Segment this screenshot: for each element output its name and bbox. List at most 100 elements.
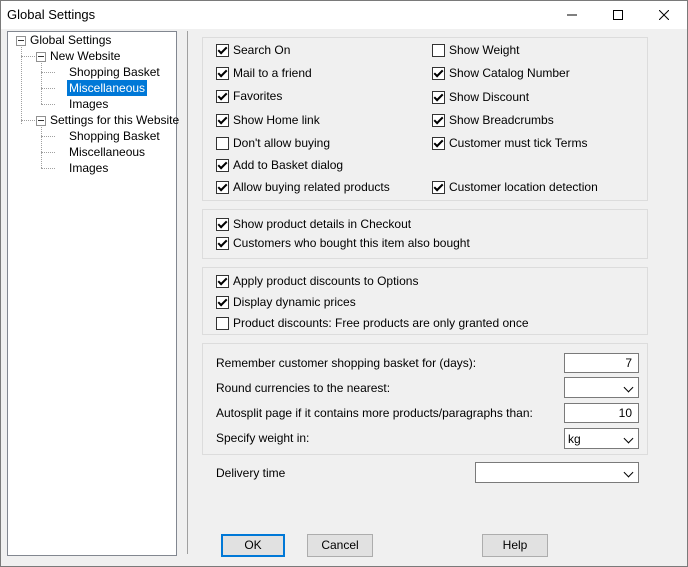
tree-line bbox=[41, 136, 55, 137]
checkbox-label: Show product details in Checkout bbox=[233, 217, 412, 231]
basket-days-label: Remember customer shopping basket for (d… bbox=[216, 356, 477, 370]
settings-window: Global Settings Global Settings New Webs… bbox=[0, 0, 688, 567]
close-button[interactable] bbox=[641, 1, 687, 29]
mail-to-friend-checkbox[interactable]: Mail to a friend bbox=[216, 65, 312, 81]
checkbox-box[interactable] bbox=[216, 274, 229, 288]
show-home-link-checkbox[interactable]: Show Home link bbox=[216, 112, 320, 128]
cancel-button[interactable]: Cancel bbox=[307, 534, 373, 557]
checkbox-label: Apply product discounts to Options bbox=[233, 274, 419, 288]
weight-unit-value: kg bbox=[568, 432, 581, 446]
checkbox-label: Show Discount bbox=[449, 90, 530, 104]
weight-unit-select[interactable]: kg bbox=[564, 428, 639, 449]
checkbox-box[interactable] bbox=[216, 136, 229, 150]
checkbox-label: Customer must tick Terms bbox=[449, 136, 588, 150]
checkbox-label: Don't allow buying bbox=[233, 136, 331, 150]
tree-node-images[interactable]: Images bbox=[69, 96, 108, 112]
checkbox-label: Favorites bbox=[233, 89, 283, 103]
checkbox-label: Add to Basket dialog bbox=[233, 158, 344, 172]
minimize-icon bbox=[567, 14, 577, 16]
customer-location-checkbox[interactable]: Customer location detection bbox=[432, 179, 598, 195]
help-button[interactable]: Help bbox=[482, 534, 548, 557]
window-title: Global Settings bbox=[7, 7, 96, 22]
checkbox-box[interactable] bbox=[216, 316, 229, 330]
collapse-icon[interactable] bbox=[36, 52, 46, 62]
tree-line bbox=[41, 104, 55, 105]
tree-line bbox=[41, 72, 55, 73]
allow-related-products-checkbox[interactable]: Allow buying related products bbox=[216, 179, 390, 195]
checkbox-label: Search On bbox=[233, 43, 291, 57]
settings-tree[interactable]: Global Settings New Website Shopping Bas… bbox=[7, 31, 179, 556]
autosplit-input[interactable] bbox=[564, 403, 639, 423]
checkbox-box[interactable] bbox=[432, 43, 445, 57]
checkbox-label: Product discounts: Free products are onl… bbox=[233, 316, 529, 330]
customer-tick-terms-checkbox[interactable]: Customer must tick Terms bbox=[432, 135, 587, 151]
tree-node-shopping-basket[interactable]: Shopping Basket bbox=[69, 64, 160, 80]
tree-node-images[interactable]: Images bbox=[69, 160, 108, 176]
tree-node-shopping-basket[interactable]: Shopping Basket bbox=[69, 128, 160, 144]
tree-node-miscellaneous[interactable]: Miscellaneous bbox=[67, 80, 148, 96]
checkbox-box[interactable] bbox=[432, 113, 445, 127]
favorites-checkbox[interactable]: Favorites bbox=[216, 88, 282, 104]
checkbox-box[interactable] bbox=[216, 43, 229, 57]
minimize-button[interactable] bbox=[549, 1, 595, 29]
dynamic-prices-checkbox[interactable]: Display dynamic prices bbox=[216, 294, 356, 310]
collapse-icon[interactable] bbox=[16, 36, 26, 46]
show-weight-checkbox[interactable]: Show Weight bbox=[432, 42, 519, 58]
tree-line bbox=[41, 61, 42, 104]
round-currencies-select[interactable] bbox=[564, 377, 639, 398]
checkbox-label: Show Weight bbox=[449, 43, 520, 57]
checkbox-label: Display dynamic prices bbox=[233, 295, 356, 309]
tree-node-new-website[interactable]: New Website bbox=[50, 48, 120, 64]
tree-node-this-website[interactable]: Settings for this Website bbox=[50, 112, 179, 128]
free-products-once-checkbox[interactable]: Product discounts: Free products are onl… bbox=[216, 315, 529, 331]
checkbox-label: Customers who bought this item also boug… bbox=[233, 236, 470, 250]
delivery-time-label: Delivery time bbox=[216, 466, 286, 480]
delivery-time-select[interactable] bbox=[475, 462, 639, 483]
tree-line bbox=[41, 125, 42, 168]
checkbox-box[interactable] bbox=[432, 180, 445, 194]
checkbox-box[interactable] bbox=[216, 295, 229, 309]
maximize-icon bbox=[613, 10, 623, 20]
title-bar: Global Settings bbox=[1, 1, 687, 29]
chevron-down-icon bbox=[623, 467, 634, 478]
checkbox-box[interactable] bbox=[216, 180, 229, 194]
checkbox-box[interactable] bbox=[432, 136, 445, 150]
checkbox-box[interactable] bbox=[432, 90, 445, 104]
tree-line bbox=[41, 152, 55, 153]
round-currencies-label: Round currencies to the nearest: bbox=[216, 381, 391, 395]
show-catalog-number-checkbox[interactable]: Show Catalog Number bbox=[432, 65, 570, 81]
discounts-to-options-checkbox[interactable]: Apply product discounts to Options bbox=[216, 273, 418, 289]
dont-allow-buying-checkbox[interactable]: Don't allow buying bbox=[216, 135, 330, 151]
tree-line bbox=[21, 120, 35, 121]
show-breadcrumbs-checkbox[interactable]: Show Breadcrumbs bbox=[432, 112, 554, 128]
search-on-checkbox[interactable]: Search On bbox=[216, 42, 290, 58]
show-details-checkout-checkbox[interactable]: Show product details in Checkout bbox=[216, 216, 411, 232]
tree-node-miscellaneous[interactable]: Miscellaneous bbox=[69, 144, 145, 160]
checkbox-label: Mail to a friend bbox=[233, 66, 312, 80]
checkbox-box[interactable] bbox=[216, 217, 229, 231]
chevron-down-icon bbox=[623, 433, 634, 444]
checkbox-label: Customer location detection bbox=[449, 180, 598, 194]
checkbox-box[interactable] bbox=[216, 236, 229, 250]
checkbox-box[interactable] bbox=[216, 89, 229, 103]
checkbox-box[interactable] bbox=[432, 66, 445, 80]
checkbox-label: Show Catalog Number bbox=[449, 66, 570, 80]
tree-line bbox=[41, 88, 55, 89]
add-to-basket-dialog-checkbox[interactable]: Add to Basket dialog bbox=[216, 157, 343, 173]
maximize-button[interactable] bbox=[595, 1, 641, 29]
checkbox-label: Show Breadcrumbs bbox=[449, 113, 554, 127]
show-discount-checkbox[interactable]: Show Discount bbox=[432, 89, 529, 105]
collapse-icon[interactable] bbox=[36, 116, 46, 126]
tree-node-global-settings[interactable]: Global Settings bbox=[30, 32, 111, 48]
weight-unit-label: Specify weight in: bbox=[216, 431, 310, 445]
tree-line bbox=[21, 56, 35, 57]
basket-days-input[interactable] bbox=[564, 353, 639, 373]
checkbox-box[interactable] bbox=[216, 66, 229, 80]
ok-button[interactable]: OK bbox=[221, 534, 285, 557]
checkbox-box[interactable] bbox=[216, 158, 229, 172]
also-bought-checkbox[interactable]: Customers who bought this item also boug… bbox=[216, 235, 470, 251]
checkbox-box[interactable] bbox=[216, 113, 229, 127]
checkbox-label: Show Home link bbox=[233, 113, 320, 127]
checkbox-label: Allow buying related products bbox=[233, 180, 390, 194]
tree-line bbox=[41, 168, 55, 169]
